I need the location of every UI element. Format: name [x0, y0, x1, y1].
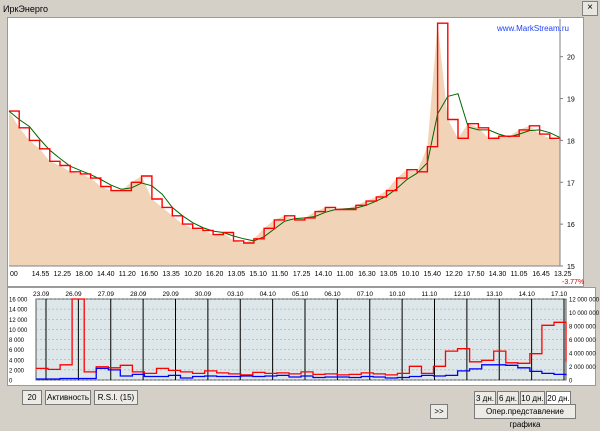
price-area: [9, 23, 560, 267]
activity-x-tick-label: 30.09: [195, 291, 212, 298]
price-y-tick-label: 20: [567, 55, 575, 62]
activity-left-tick-label: 6 000: [9, 348, 25, 354]
price-y-tick-label: 19: [567, 97, 575, 104]
price-x-tick-label: 10.10: [402, 271, 420, 278]
activity-x-tick-label: 10.10: [389, 291, 406, 298]
activity-left-tick-label: 0: [9, 379, 13, 385]
scroll-right-button[interactable]: >>: [430, 404, 448, 419]
activity-right-tick-label: 12 000 000: [569, 298, 600, 304]
activity-right-tick-label: 4 000 000: [569, 352, 596, 358]
price-x-tick-label: 16.50: [141, 271, 159, 278]
activity-left-tick-label: 16 000: [9, 298, 28, 304]
price-x-tick-label: 11.05: [510, 271, 527, 278]
price-x-tick-label: 13.05: [380, 271, 398, 278]
close-button[interactable]: ×: [582, 1, 598, 16]
activity-x-tick-label: 14.10: [519, 291, 536, 298]
price-y-tick-label: 18: [567, 138, 575, 145]
activity-right-tick-label: 0: [569, 379, 573, 385]
price-x-tick-label: 12.20: [445, 271, 463, 278]
change-percent: -3.77%: [562, 279, 585, 286]
activity-left-tick-label: 14 000: [9, 308, 28, 314]
price-x-tick-label: 10.20: [184, 271, 202, 278]
activity-chart: 0 2 000 4 000 6 000 8 000 10 000 12 000 14 000 1…: [9, 291, 600, 385]
window-title: ИркЭнерго: [3, 4, 48, 14]
price-x-tick-label: 00: [10, 271, 18, 278]
activity-x-tick-label: 27.09: [98, 291, 115, 298]
price-x-tick-label: 14.10: [315, 271, 333, 278]
price-x-tick-label: 13.05: [228, 271, 246, 278]
activity-left-tick-label: 8 000: [9, 338, 25, 344]
activity-x-tick-label: 04.10: [260, 291, 277, 298]
operational-view-button[interactable]: Опер.представление графика: [474, 404, 576, 429]
activity-chart-panel: 0 2 000 4 000 6 000 8 000 10 000 12 000 14 000 1…: [7, 287, 600, 386]
activity-x-tick-label: 03.10: [227, 291, 244, 298]
activity-right-tick-label: 8 000 000: [569, 325, 596, 331]
activity-left-tick-label: 2 000: [9, 368, 25, 374]
price-x-tick-label: 16.30: [358, 271, 376, 278]
price-x-tick-label: 16.45: [532, 271, 550, 278]
price-y-tick-label: 15: [567, 264, 575, 271]
price-x-tick-label: 17.50: [467, 271, 485, 278]
price-x-tick-label: 11.50: [271, 271, 288, 278]
price-chart: 15 16 17 18 19 20 00 14.55 12.25 18.00 14.40 11.20 1…: [8, 19, 575, 278]
price-x-tick-label: 15.40: [423, 271, 441, 278]
price-chart-panel: www.MarkStream.ru 15 16 17 18 19 20 00 14.55 12.…: [7, 17, 584, 287]
activity-x-tick-label: 17.10: [551, 291, 568, 298]
price-x-tick-label: 13.25: [554, 271, 572, 278]
price-y-tick-label: 16: [567, 222, 575, 229]
price-x-tick-label: 15.10: [249, 271, 267, 278]
price-x-tick-label: 17.25: [293, 271, 311, 278]
activity-left-tick-label: 4 000: [9, 358, 25, 364]
title-bar: ИркЭнерго ×: [0, 0, 600, 16]
activity-x-tick-label: 11.10: [422, 291, 438, 298]
activity-button[interactable]: Активность: [45, 390, 91, 405]
activity-left-tick-label: 10 000: [9, 328, 28, 334]
activity-x-tick-label: 29.09: [163, 291, 180, 298]
price-x-tick-label: 11.00: [336, 271, 353, 278]
price-x-tick-label: 18.00: [75, 271, 93, 278]
activity-x-tick-label: 23.09: [33, 291, 50, 298]
activity-right-tick-label: 6 000 000: [569, 338, 596, 344]
price-x-tick-label: 13.35: [162, 271, 180, 278]
price-y-tick-label: 17: [567, 180, 575, 187]
price-x-tick-label: 14.55: [32, 271, 50, 278]
activity-x-tick-label: 26.09: [65, 291, 82, 298]
activity-x-tick-label: 05.10: [292, 291, 309, 298]
activity-x-tick-label: 28.09: [130, 291, 147, 298]
activity-x-tick-label: 12.10: [454, 291, 471, 298]
activity-x-tick-label: 06.10: [324, 291, 341, 298]
activity-left-tick-label: 12 000: [9, 318, 28, 324]
price-x-tick-label: 12.25: [54, 271, 72, 278]
activity-right-tick-label: 10 000 000: [569, 311, 600, 317]
price-x-tick-label: 14.40: [97, 271, 115, 278]
price-x-tick-label: 16.20: [206, 271, 224, 278]
price-x-tick-label: 14.30: [489, 271, 507, 278]
price-x-tick-label: 11.20: [119, 271, 136, 278]
rsi-button[interactable]: R.S.I. (15): [94, 390, 138, 405]
activity-right-tick-label: 2 000 000: [569, 365, 596, 371]
period-button[interactable]: 20: [22, 390, 42, 405]
activity-x-tick-label: 13.10: [486, 291, 503, 298]
activity-x-tick-label: 07.10: [357, 291, 374, 298]
